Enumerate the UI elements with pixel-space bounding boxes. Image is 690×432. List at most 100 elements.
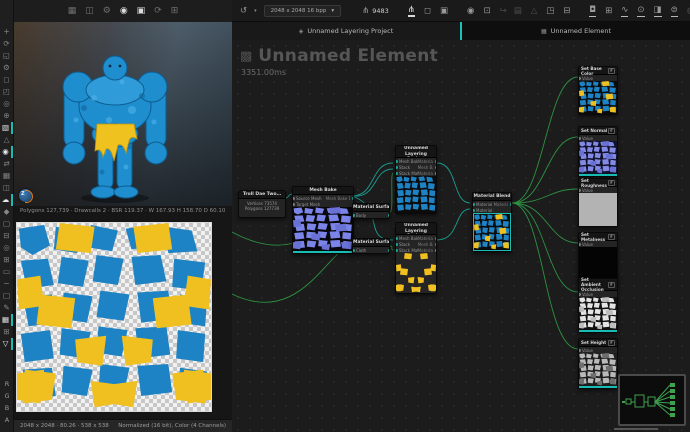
quad-grid-icon[interactable]: ⊞: [0, 326, 13, 338]
frame-icon[interactable]: ◻: [0, 74, 13, 86]
output-pin[interactable]: [352, 197, 354, 200]
mesh-bake-thumbnail[interactable]: [293, 207, 353, 251]
output-pin[interactable]: [435, 160, 437, 163]
number-icon[interactable]: ⊞: [605, 6, 612, 16]
tab-unnamed-element[interactable]: ▦ Unnamed Element: [460, 22, 690, 40]
orientation-gizmo[interactable]: Z: [19, 189, 32, 202]
view-nodegraph-icon[interactable]: ⋔: [408, 5, 415, 17]
timeline-icon[interactable]: ⊟: [563, 6, 570, 16]
box-icon[interactable]: ▢: [0, 218, 13, 230]
render-settings-icon[interactable]: ⚙: [103, 6, 111, 16]
ambient-occlusion-thumbnail[interactable]: [579, 297, 617, 330]
channel-g[interactable]: G: [1, 390, 14, 402]
output-pin[interactable]: [388, 214, 390, 217]
node-layering-project-1[interactable]: Unnamed Layering Project Mesh Bake Data …: [395, 145, 437, 214]
undo-icon[interactable]: ↺: [240, 6, 247, 16]
node-mesh-bake[interactable]: Mesh Bake Source Mesh Mesh Bake Data Tar…: [292, 186, 354, 254]
input-pin[interactable]: [396, 172, 398, 175]
input-pin[interactable]: [579, 77, 581, 80]
input-pin[interactable]: [396, 237, 398, 240]
base-color-thumbnail[interactable]: [579, 81, 617, 114]
pyramid-icon[interactable]: △: [0, 134, 13, 146]
settings-icon[interactable]: ⚙: [0, 62, 13, 74]
node-set-height[interactable]: Set Height # Value: [578, 338, 618, 389]
input-pin[interactable]: [579, 243, 581, 246]
height-thumbnail[interactable]: [579, 353, 617, 386]
output-pin[interactable]: [388, 249, 390, 252]
scale-tool-icon[interactable]: ◱: [0, 50, 13, 62]
output-pin[interactable]: [435, 249, 437, 252]
input-pin[interactable]: [396, 166, 398, 169]
add-icon[interactable]: ⊕: [0, 110, 13, 122]
node-material-surface-cloth[interactable]: Material Surfa… Cloth: [352, 238, 390, 254]
share-icon[interactable]: ↪: [500, 6, 507, 16]
refresh-icon[interactable]: ⟳: [154, 6, 162, 16]
node-set-base-color[interactable]: Set Base Color # Value: [578, 66, 618, 115]
lock-icon[interactable]: ◘: [589, 5, 596, 17]
layering2-thumbnail[interactable]: [396, 253, 436, 293]
square-icon[interactable]: □: [0, 290, 13, 302]
input-pin[interactable]: [579, 137, 581, 140]
node-layering-project-2[interactable]: Unnamed Layering Project Mesh Bake Data …: [395, 222, 437, 294]
visibility-icon[interactable]: ◉: [0, 146, 13, 158]
rotate-tool-icon[interactable]: ⟳: [0, 38, 13, 50]
view-2d-icon[interactable]: ▣: [440, 6, 448, 16]
tiles-icon[interactable]: ⊞: [0, 254, 13, 266]
pen-icon[interactable]: ✎: [0, 302, 13, 314]
bar-icon[interactable]: ▭: [0, 266, 13, 278]
metalness-thumbnail[interactable]: [579, 247, 617, 280]
node-material-blend[interactable]: Material Blend Material 1 Material Mater…: [472, 192, 512, 252]
input-pin[interactable]: [396, 160, 398, 163]
layering1-thumbnail[interactable]: [396, 176, 436, 213]
input-pin[interactable]: [579, 189, 581, 192]
layout-icon[interactable]: ◳: [546, 6, 554, 16]
output-pin[interactable]: [435, 172, 437, 175]
node-material-surface-body[interactable]: Material Surfa… Body: [352, 203, 390, 219]
node-set-ambient-occlusion[interactable]: Set Ambient Occlusion # Value: [578, 278, 618, 333]
target-icon[interactable]: ◎: [0, 98, 13, 110]
graph-minimap[interactable]: [618, 374, 686, 426]
sphere-view-icon[interactable]: ◉: [120, 6, 128, 16]
texture-view-icon[interactable]: ▣: [137, 6, 146, 16]
table-view-icon[interactable]: ▦: [68, 6, 77, 16]
image-mode-icon[interactable]: ◨: [654, 5, 662, 17]
link-icon[interactable]: ⊙: [637, 5, 644, 17]
add-view-icon[interactable]: ⊞: [171, 6, 179, 16]
3d-viewport[interactable]: Z: [14, 22, 232, 206]
normal-thumbnail[interactable]: [579, 141, 617, 174]
output-pin[interactable]: [435, 243, 437, 246]
wave-icon[interactable]: ∿: [621, 5, 628, 17]
undo-caret-icon[interactable]: ▾: [254, 8, 257, 14]
bounds-icon[interactable]: ◰: [0, 86, 13, 98]
canvas-scrollbar[interactable]: [614, 428, 658, 430]
save-icon[interactable]: ⊡: [483, 6, 490, 16]
node-set-roughness[interactable]: Set Roughness # Value: [578, 178, 618, 227]
swap-icon[interactable]: ⇄: [0, 158, 13, 170]
grid-icon[interactable]: ▦: [0, 170, 13, 182]
input-pin[interactable]: [293, 203, 295, 206]
roughness-thumbnail[interactable]: [579, 193, 617, 226]
clipboard-icon[interactable]: ⊟: [0, 230, 13, 242]
split-view-icon[interactable]: ◫: [0, 182, 13, 194]
input-pin[interactable]: [353, 249, 355, 252]
move-tool-icon[interactable]: +: [0, 26, 13, 38]
server-icon[interactable]: ▤: [514, 6, 522, 16]
output-pin[interactable]: [510, 203, 512, 206]
resolution-dropdown[interactable]: 2048 x 2048 16 bpp ▾: [264, 5, 341, 17]
uv-grid-icon[interactable]: ▦: [0, 314, 13, 326]
input-pin[interactable]: [579, 293, 581, 296]
channel-r[interactable]: R: [1, 378, 14, 390]
cloud-icon[interactable]: ☁: [0, 194, 13, 206]
hierarchy-icon[interactable]: △: [531, 6, 538, 16]
gem-icon[interactable]: ◆: [0, 206, 13, 218]
output-pin[interactable]: [435, 166, 437, 169]
tab-layering-project[interactable]: ◈ Unnamed Layering Project: [232, 22, 460, 40]
input-pin[interactable]: [396, 243, 398, 246]
channel-b[interactable]: B: [1, 402, 14, 414]
input-pin[interactable]: [473, 209, 475, 212]
node-graph-canvas[interactable]: ▩ Unnamed Element 3351.00ms: [232, 40, 690, 432]
record-icon[interactable]: ◉: [467, 6, 474, 16]
texture-2d-view[interactable]: [16, 222, 212, 412]
minus-icon[interactable]: −: [0, 278, 13, 290]
globe-icon[interactable]: ⊜: [671, 5, 678, 17]
